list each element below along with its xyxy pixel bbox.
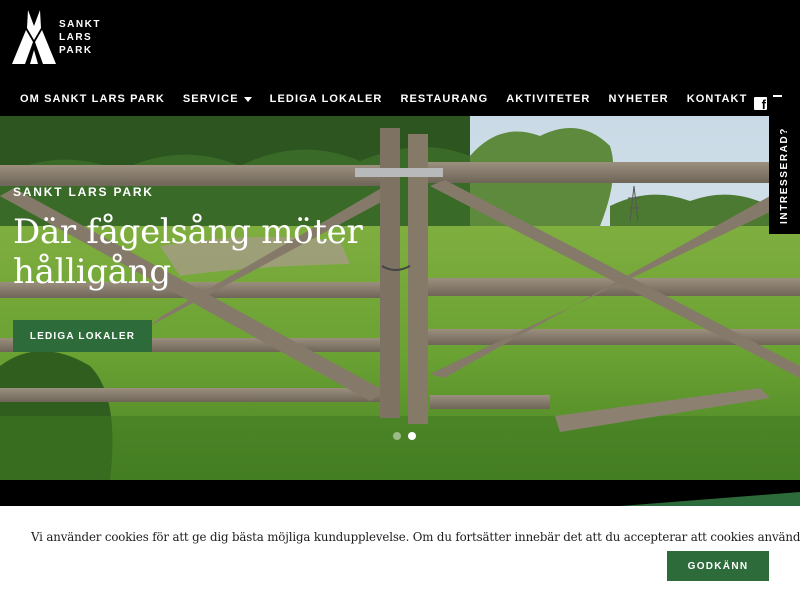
facebook-icon[interactable]: f [754, 97, 767, 112]
hero-title-line: Där fågelsång möter [13, 212, 363, 252]
interested-tab[interactable]: INTRESSERAD? [769, 116, 800, 234]
hero-slider [0, 116, 800, 480]
nav-item-label: RESTAURANG [400, 93, 489, 105]
facebook-glyph: f [761, 97, 766, 112]
hero-image [0, 116, 800, 480]
nav-item-label: OM SANKT LARS PARK [20, 93, 165, 105]
slider-dot[interactable] [393, 432, 401, 440]
divider [773, 95, 782, 97]
nav-item-lediga-lokaler[interactable]: LEDIGA LOKALER [270, 93, 383, 105]
nav-item-nyheter[interactable]: NYHETER [608, 93, 668, 105]
hero-title-line: hålligång [13, 252, 171, 292]
lediga-lokaler-button[interactable]: LEDIGA LOKALER [13, 320, 152, 352]
logo-line: PARK [59, 44, 93, 56]
logo-mark-icon [12, 10, 56, 64]
nav-item-service[interactable]: SERVICE [183, 93, 252, 105]
logo[interactable]: SANKT LARS PARK [12, 6, 101, 66]
nav-item-label: SERVICE [182, 93, 239, 105]
nav-item-restaurang[interactable]: RESTAURANG [400, 93, 488, 105]
interested-tab-label: INTRESSERAD? [779, 126, 791, 224]
chevron-down-icon [243, 96, 252, 102]
nav-item-label: AKTIVITETER [506, 93, 591, 105]
slider-dot-active[interactable] [408, 432, 416, 440]
cookie-banner: Vi använder cookies för att ge dig bästa… [0, 506, 800, 599]
nav-item-label: KONTAKT [686, 93, 748, 105]
logo-line: SANKT [59, 18, 101, 30]
nav-item-om-sankt-lars-park[interactable]: OM SANKT LARS PARK [20, 93, 165, 105]
nav-item-kontakt[interactable]: KONTAKT [687, 93, 748, 105]
site-header: SANKT LARS PARK OM SANKT LARS PARK SERVI… [0, 0, 800, 116]
nav-item-aktiviteter[interactable]: AKTIVITETER [506, 93, 590, 105]
hero-eyebrow: SANKT LARS PARK [13, 185, 154, 199]
logo-text: SANKT LARS PARK [59, 18, 101, 57]
accept-cookies-button[interactable]: GODKÄNN [667, 551, 769, 581]
nav-item-label: NYHETER [608, 93, 669, 105]
nav-item-label: LEDIGA LOKALER [269, 93, 383, 105]
cookie-message: Vi använder cookies för att ge dig bästa… [31, 530, 800, 544]
main-nav: OM SANKT LARS PARK SERVICE LEDIGA LOKALE… [20, 93, 765, 105]
logo-line: LARS [59, 31, 93, 43]
slider-dots [393, 432, 423, 440]
hero-title: Där fågelsång möter hålligång [13, 212, 413, 292]
